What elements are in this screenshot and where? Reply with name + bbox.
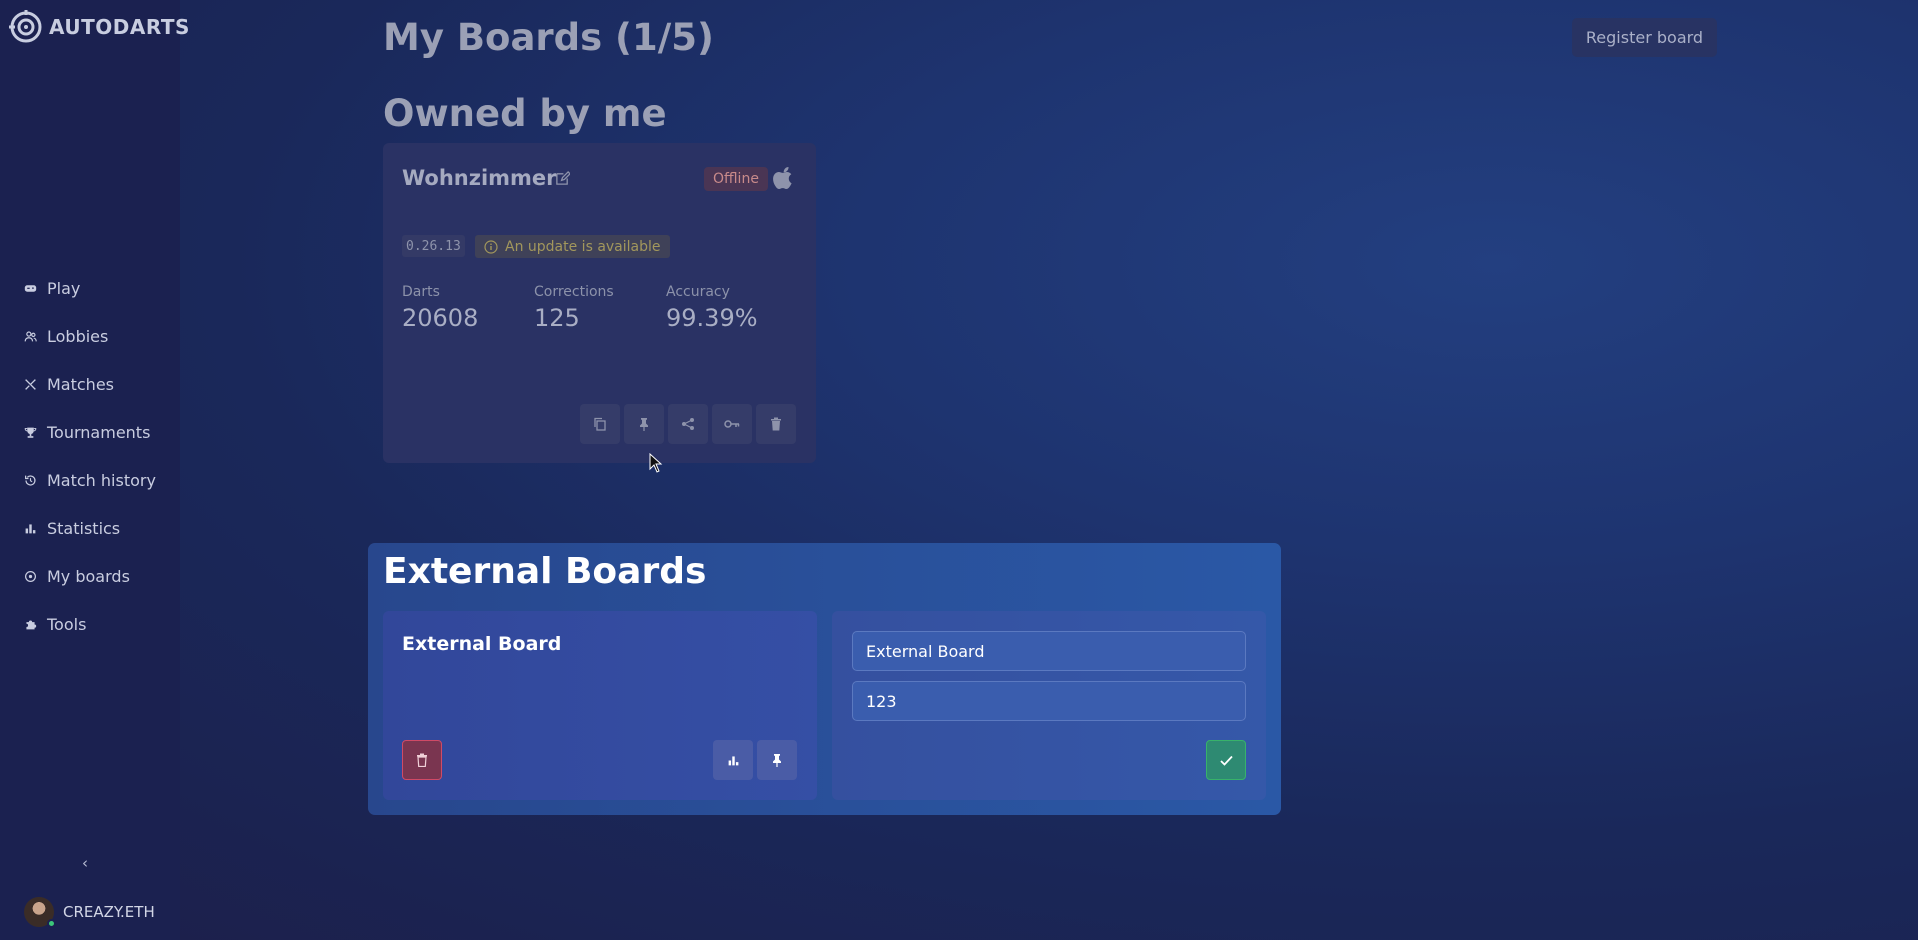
- sidebar-item-label: Lobbies: [47, 326, 109, 346]
- sidebar-item-my-boards[interactable]: My boards: [0, 552, 180, 600]
- pin-icon: [773, 754, 781, 767]
- version-tag: 0.26.13: [402, 235, 465, 257]
- key-icon: [724, 420, 740, 428]
- board-id-input[interactable]: [852, 681, 1246, 721]
- statistics-button[interactable]: [713, 740, 753, 780]
- logo-text: AUTODARTS: [49, 15, 190, 39]
- target-icon: [25, 570, 36, 582]
- share-icon: [682, 418, 694, 430]
- share-button[interactable]: [668, 404, 708, 444]
- online-status-dot: [47, 919, 56, 928]
- sidebar-nav: Play Lobbies Matches Tournaments Match h…: [0, 264, 180, 648]
- edit-icon[interactable]: [555, 171, 570, 186]
- collapse-sidebar-button[interactable]: ‹: [82, 854, 88, 872]
- swords-icon: [25, 378, 36, 390]
- board-actions: [580, 404, 796, 444]
- bar-chart-icon: [728, 755, 738, 765]
- stat-label: Corrections: [534, 284, 614, 300]
- pin-button[interactable]: [624, 404, 664, 444]
- users-icon: [24, 330, 37, 341]
- sidebar-item-statistics[interactable]: Statistics: [0, 504, 180, 552]
- sidebar-item-label: Tournaments: [47, 422, 151, 442]
- stat-label: Accuracy: [666, 284, 730, 300]
- copy-icon: [594, 417, 606, 431]
- sidebar-item-play[interactable]: Play: [0, 264, 180, 312]
- sidebar-item-matches[interactable]: Matches: [0, 360, 180, 408]
- external-board-name: External Board: [402, 633, 562, 655]
- sidebar-item-match-history[interactable]: Match history: [0, 456, 180, 504]
- external-boards-title: External Boards: [383, 551, 707, 592]
- update-text: An update is available: [505, 238, 661, 255]
- check-icon: [1219, 755, 1233, 766]
- board-card: Wohnzimmer Offline 0.26.13 An update is …: [383, 143, 816, 463]
- copy-button[interactable]: [580, 404, 620, 444]
- sidebar-item-label: Statistics: [47, 518, 121, 538]
- external-board-form: [832, 611, 1266, 800]
- pin-button[interactable]: [757, 740, 797, 780]
- external-board-actions: [713, 740, 797, 780]
- avatar: [24, 897, 56, 928]
- delete-external-board-button[interactable]: [402, 740, 442, 780]
- sidebar-item-label: My boards: [47, 566, 130, 586]
- info-icon: [484, 239, 498, 254]
- pin-icon: [640, 418, 648, 431]
- user-name: CREAZY.ETH: [63, 903, 155, 921]
- key-button[interactable]: [712, 404, 752, 444]
- board-name-input[interactable]: [852, 631, 1246, 671]
- sidebar-item-tools[interactable]: Tools: [0, 600, 180, 648]
- autodarts-logo-icon: [9, 10, 42, 43]
- sidebar: AUTODARTS Play Lobbies Matches Tournamen…: [0, 0, 189, 940]
- trophy-icon: [24, 427, 37, 438]
- delete-button[interactable]: [756, 404, 796, 444]
- page-title: My Boards (1/5): [383, 16, 714, 59]
- apple-icon: [773, 167, 792, 189]
- sidebar-item-label: Match history: [47, 470, 156, 490]
- sidebar-item-label: Play: [47, 278, 81, 298]
- stat-darts: Darts 20608: [402, 284, 478, 332]
- external-boards-panel: External Boards External Board: [368, 543, 1281, 815]
- sidebar-item-tournaments[interactable]: Tournaments: [0, 408, 180, 456]
- puzzle-icon: [26, 619, 37, 629]
- board-name: Wohnzimmer: [402, 166, 557, 190]
- stat-value: 99.39%: [666, 304, 758, 332]
- register-board-button[interactable]: Register board: [1572, 18, 1717, 57]
- history-icon: [25, 474, 36, 486]
- confirm-button[interactable]: [1206, 740, 1246, 780]
- stat-accuracy: Accuracy 99.39%: [666, 284, 758, 332]
- user-profile[interactable]: CREAZY.ETH: [24, 897, 155, 928]
- gamepad-icon: [24, 284, 37, 292]
- bar-chart-icon: [25, 523, 36, 533]
- trash-icon: [417, 753, 427, 767]
- sidebar-item-label: Matches: [47, 374, 114, 394]
- logo[interactable]: AUTODARTS: [7, 8, 190, 46]
- update-badge[interactable]: An update is available: [475, 235, 670, 258]
- sidebar-item-lobbies[interactable]: Lobbies: [0, 312, 180, 360]
- trash-icon: [771, 417, 781, 431]
- stat-corrections: Corrections 125: [534, 284, 614, 332]
- status-badge: Offline: [704, 167, 768, 191]
- stat-label: Darts: [402, 284, 440, 300]
- mouse-cursor-icon: [649, 453, 663, 473]
- sidebar-item-label: Tools: [47, 614, 87, 634]
- stat-value: 125: [534, 304, 580, 332]
- stat-value: 20608: [402, 304, 479, 332]
- owned-section-title: Owned by me: [383, 92, 667, 135]
- external-board-card: External Board: [383, 611, 817, 800]
